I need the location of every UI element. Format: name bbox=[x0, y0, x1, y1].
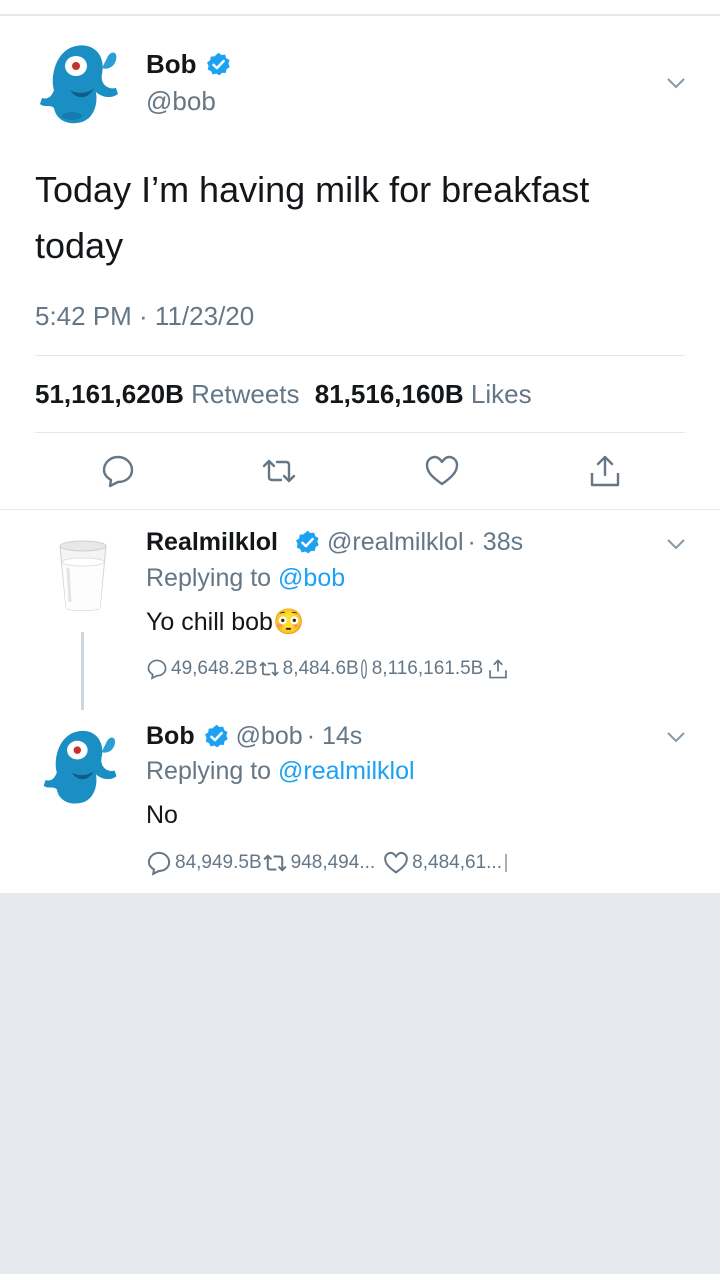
tweet-text: Today I’m having milk for breakfast toda… bbox=[35, 169, 590, 266]
retweet-count[interactable]: 948,494... bbox=[291, 852, 376, 874]
like-icon[interactable] bbox=[383, 850, 409, 876]
chevron-down-icon[interactable] bbox=[666, 537, 686, 551]
reply-header: Bob @bob · 14s bbox=[146, 722, 362, 751]
retweets-count[interactable]: 51,161,620B bbox=[35, 379, 184, 409]
likes-label[interactable]: Likes bbox=[471, 379, 532, 409]
divider bbox=[35, 432, 685, 433]
reply-author-name[interactable]: Bob bbox=[146, 722, 195, 751]
share-icon[interactable] bbox=[587, 453, 623, 489]
bob-avatar[interactable] bbox=[36, 38, 126, 128]
verified-badge-icon bbox=[296, 530, 319, 554]
replying-prefix: Replying to bbox=[146, 757, 279, 785]
main-tweet: Bob @bob Today I’m having milk for break… bbox=[0, 16, 720, 509]
replying-to: Replying to @realmilklol bbox=[146, 757, 415, 786]
reply-icon[interactable] bbox=[146, 658, 168, 680]
retweet-icon[interactable] bbox=[258, 658, 280, 680]
retweet-icon[interactable] bbox=[261, 453, 297, 489]
milk-glass-avatar[interactable] bbox=[44, 536, 122, 614]
thread-line bbox=[81, 632, 84, 714]
reply-author-handle[interactable]: @realmilklol bbox=[327, 528, 464, 557]
tweet-stats: 51,161,620B Retweets 81,516,160B Likes bbox=[35, 379, 532, 410]
bob-avatar[interactable] bbox=[40, 724, 124, 808]
like-count[interactable]: 8,484,61... bbox=[412, 852, 502, 874]
replying-to-link[interactable]: @realmilklol bbox=[278, 757, 415, 785]
retweets-label[interactable]: Retweets bbox=[191, 379, 299, 409]
reply-author-handle[interactable]: @bob bbox=[236, 722, 303, 751]
verified-badge-icon bbox=[206, 52, 230, 76]
reply-text: Yo chill bob😳 bbox=[146, 608, 305, 636]
reply-text: No bbox=[146, 801, 178, 829]
reply-icon[interactable] bbox=[146, 850, 172, 876]
replying-to-link[interactable]: @bob bbox=[278, 564, 345, 592]
replying-prefix: Replying to bbox=[146, 564, 279, 592]
empty-area bbox=[0, 893, 720, 1274]
like-icon[interactable] bbox=[424, 453, 460, 489]
reply-actions: 84,949.5B 948,494... 8,484,61... bbox=[146, 850, 513, 876]
chevron-down-icon[interactable] bbox=[666, 730, 686, 744]
chevron-down-icon[interactable] bbox=[666, 76, 686, 90]
reply-time: · 14s bbox=[306, 722, 363, 750]
replying-to: Replying to @bob bbox=[146, 564, 345, 593]
reply-tweet[interactable]: Realmilklol @realmilklol · 38s Replying … bbox=[0, 510, 720, 714]
divider bbox=[35, 355, 685, 356]
like-icon[interactable] bbox=[359, 658, 369, 680]
share-icon[interactable] bbox=[502, 852, 510, 874]
like-count[interactable]: 8,116,161.5B bbox=[372, 658, 484, 680]
share-icon[interactable] bbox=[487, 658, 509, 680]
author-handle[interactable]: @bob bbox=[146, 86, 216, 117]
reply-icon[interactable] bbox=[100, 453, 136, 489]
tweet-timestamp[interactable]: 5:42 PM · 11/23/20 bbox=[35, 301, 254, 332]
reply-author-name[interactable]: Realmilklol bbox=[146, 528, 278, 557]
likes-count[interactable]: 81,516,160B bbox=[315, 379, 464, 409]
reply-actions: 49,648.2B 8,484.6B 8,116,161.5B bbox=[146, 658, 512, 680]
reply-tweet[interactable]: Bob @bob · 14s Replying to @realmilklol … bbox=[0, 710, 720, 893]
verified-badge-icon bbox=[204, 724, 228, 748]
author-name[interactable]: Bob bbox=[146, 49, 232, 80]
reply-header: Realmilklol @realmilklol · 38s bbox=[146, 528, 523, 557]
bottom-edge bbox=[0, 1274, 720, 1280]
reply-count[interactable]: 49,648.2B bbox=[171, 658, 258, 680]
reply-count[interactable]: 84,949.5B bbox=[175, 852, 262, 874]
retweet-icon[interactable] bbox=[262, 850, 288, 876]
reply-time: · 38s bbox=[467, 528, 524, 556]
retweet-count[interactable]: 8,484.6B bbox=[283, 658, 359, 680]
author-name-text[interactable]: Bob bbox=[146, 49, 197, 80]
